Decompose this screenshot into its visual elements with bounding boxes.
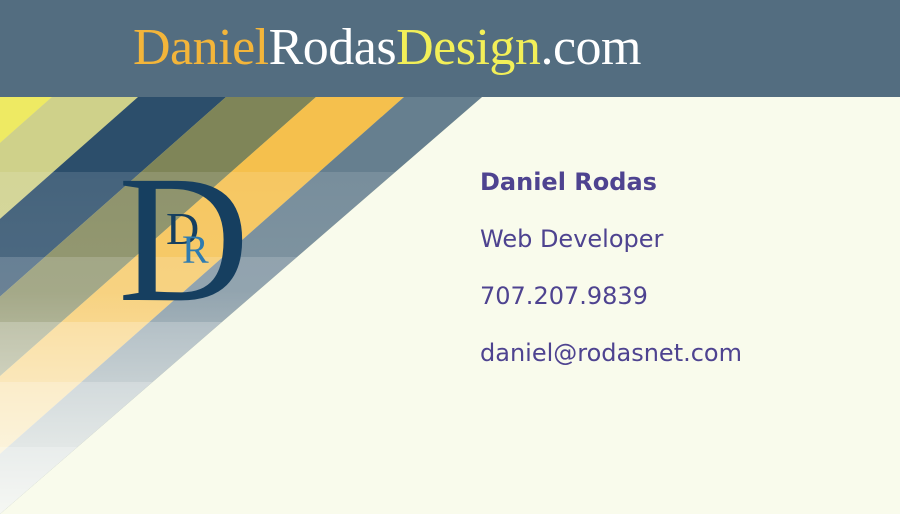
site-title-part-design: Design bbox=[396, 19, 541, 76]
site-title-part-com: .com bbox=[540, 19, 641, 76]
contact-phone[interactable]: 707.207.9839 bbox=[480, 278, 742, 335]
contact-name: Daniel Rodas bbox=[480, 168, 657, 196]
contact-info: Daniel Rodas Web Developer 707.207.9839 … bbox=[480, 164, 742, 392]
dr-monogram-logo: D D R bbox=[118, 155, 249, 315]
business-card: DanielRodasDesign.com D D R Daniel Rodas… bbox=[0, 0, 900, 514]
header-bar: DanielRodasDesign.com bbox=[0, 0, 900, 97]
contact-job-title: Web Developer bbox=[480, 225, 664, 253]
site-title: DanielRodasDesign.com bbox=[133, 18, 641, 78]
contact-email[interactable]: daniel@rodasnet.com bbox=[480, 335, 742, 392]
monogram-small-r: R bbox=[182, 227, 209, 272]
site-title-part-daniel: Daniel bbox=[133, 19, 269, 76]
site-title-part-rodas: Rodas bbox=[268, 19, 397, 76]
